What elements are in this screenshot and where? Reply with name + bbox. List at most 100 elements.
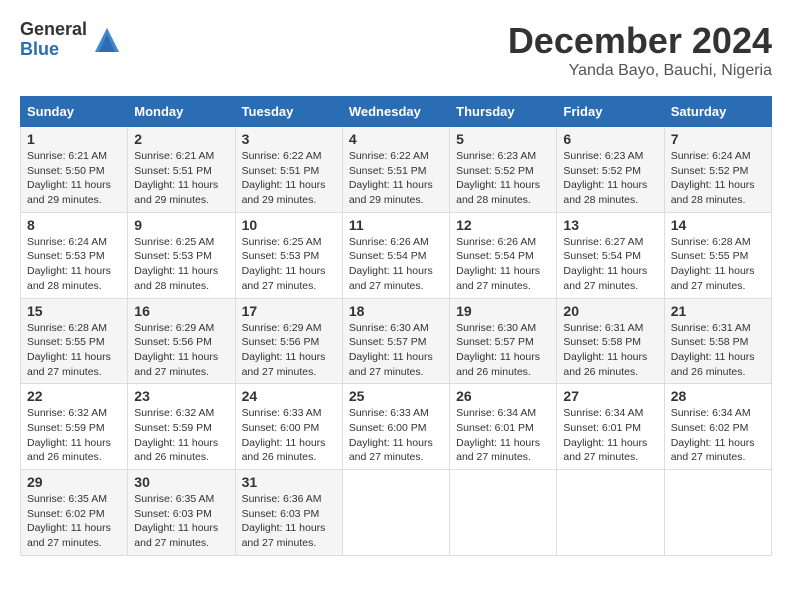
day-number: 15 [27, 303, 121, 319]
day-cell: 9 Sunrise: 6:25 AMSunset: 5:53 PMDaylight… [128, 212, 235, 298]
day-number: 2 [134, 131, 228, 147]
day-number: 26 [456, 388, 550, 404]
day-cell: 5 Sunrise: 6:23 AMSunset: 5:52 PMDaylight… [450, 127, 557, 213]
day-cell: 13Sunrise: 6:27 AMSunset: 5:54 PMDayligh… [557, 212, 664, 298]
week-row-4: 22 Sunrise: 6:32 AMSunset: 5:59 PMDayligh… [21, 384, 772, 470]
day-number: 17 [242, 303, 336, 319]
day-number: 1 [27, 131, 121, 147]
day-info: Sunrise: 6:24 AMSunset: 5:53 PMDaylight:… [27, 236, 111, 292]
calendar-body: 1 Sunrise: 6:21 AMSunset: 5:50 PMDaylight… [21, 127, 772, 556]
day-cell: 29 Sunrise: 6:35 AMSunset: 6:02 PMDayligh… [21, 470, 128, 556]
day-number: 21 [671, 303, 765, 319]
day-cell: 1 Sunrise: 6:21 AMSunset: 5:50 PMDaylight… [21, 127, 128, 213]
day-cell: 4 Sunrise: 6:22 AMSunset: 5:51 PMDaylight… [342, 127, 449, 213]
day-number: 5 [456, 131, 550, 147]
day-number: 4 [349, 131, 443, 147]
header-thursday: Thursday [450, 97, 557, 127]
day-cell: 11Sunrise: 6:26 AMSunset: 5:54 PMDayligh… [342, 212, 449, 298]
day-number: 31 [242, 474, 336, 490]
day-number: 8 [27, 217, 121, 233]
location: Yanda Bayo, Bauchi, Nigeria [508, 62, 772, 80]
day-number: 12 [456, 217, 550, 233]
day-info: Sunrise: 6:30 AMSunset: 5:57 PMDaylight:… [456, 322, 540, 378]
day-cell: 8 Sunrise: 6:24 AMSunset: 5:53 PMDaylight… [21, 212, 128, 298]
day-number: 29 [27, 474, 121, 490]
day-cell: 10Sunrise: 6:25 AMSunset: 5:53 PMDayligh… [235, 212, 342, 298]
day-cell: 24 Sunrise: 6:33 AMSunset: 6:00 PMDayligh… [235, 384, 342, 470]
day-cell: 26 Sunrise: 6:34 AMSunset: 6:01 PMDayligh… [450, 384, 557, 470]
day-number: 25 [349, 388, 443, 404]
day-number: 14 [671, 217, 765, 233]
day-number: 28 [671, 388, 765, 404]
day-info: Sunrise: 6:35 AMSunset: 6:02 PMDaylight:… [27, 493, 111, 549]
day-cell: 27 Sunrise: 6:34 AMSunset: 6:01 PMDayligh… [557, 384, 664, 470]
title-block: December 2024 Yanda Bayo, Bauchi, Nigeri… [508, 20, 772, 80]
day-info: Sunrise: 6:34 AMSunset: 6:01 PMDaylight:… [456, 407, 540, 463]
week-row-3: 15 Sunrise: 6:28 AMSunset: 5:55 PMDayligh… [21, 298, 772, 384]
day-info: Sunrise: 6:32 AMSunset: 5:59 PMDaylight:… [134, 407, 218, 463]
day-info: Sunrise: 6:36 AMSunset: 6:03 PMDaylight:… [242, 493, 326, 549]
day-info: Sunrise: 6:32 AMSunset: 5:59 PMDaylight:… [27, 407, 111, 463]
day-cell [664, 470, 771, 556]
day-info: Sunrise: 6:21 AMSunset: 5:51 PMDaylight:… [134, 150, 218, 206]
day-number: 16 [134, 303, 228, 319]
day-info: Sunrise: 6:26 AMSunset: 5:54 PMDaylight:… [456, 236, 540, 292]
header-friday: Friday [557, 97, 664, 127]
day-cell: 25 Sunrise: 6:33 AMSunset: 6:00 PMDayligh… [342, 384, 449, 470]
day-info: Sunrise: 6:22 AMSunset: 5:51 PMDaylight:… [349, 150, 433, 206]
day-info: Sunrise: 6:34 AMSunset: 6:01 PMDaylight:… [563, 407, 647, 463]
day-number: 19 [456, 303, 550, 319]
day-cell: 15 Sunrise: 6:28 AMSunset: 5:55 PMDayligh… [21, 298, 128, 384]
day-number: 7 [671, 131, 765, 147]
day-cell: 21Sunrise: 6:31 AMSunset: 5:58 PMDayligh… [664, 298, 771, 384]
month-title: December 2024 [508, 20, 772, 62]
day-info: Sunrise: 6:33 AMSunset: 6:00 PMDaylight:… [349, 407, 433, 463]
day-cell: 28Sunrise: 6:34 AMSunset: 6:02 PMDayligh… [664, 384, 771, 470]
day-number: 27 [563, 388, 657, 404]
logo-general: General [20, 20, 87, 40]
day-number: 11 [349, 217, 443, 233]
day-number: 23 [134, 388, 228, 404]
day-info: Sunrise: 6:25 AMSunset: 5:53 PMDaylight:… [134, 236, 218, 292]
day-info: Sunrise: 6:23 AMSunset: 5:52 PMDaylight:… [456, 150, 540, 206]
week-row-1: 1 Sunrise: 6:21 AMSunset: 5:50 PMDaylight… [21, 127, 772, 213]
day-info: Sunrise: 6:30 AMSunset: 5:57 PMDaylight:… [349, 322, 433, 378]
day-number: 3 [242, 131, 336, 147]
day-info: Sunrise: 6:27 AMSunset: 5:54 PMDaylight:… [563, 236, 647, 292]
day-info: Sunrise: 6:31 AMSunset: 5:58 PMDaylight:… [563, 322, 647, 378]
day-cell: 3 Sunrise: 6:22 AMSunset: 5:51 PMDaylight… [235, 127, 342, 213]
day-number: 18 [349, 303, 443, 319]
header-sunday: Sunday [21, 97, 128, 127]
logo-blue: Blue [20, 40, 87, 60]
day-cell [342, 470, 449, 556]
day-number: 22 [27, 388, 121, 404]
header-tuesday: Tuesday [235, 97, 342, 127]
day-number: 20 [563, 303, 657, 319]
day-info: Sunrise: 6:21 AMSunset: 5:50 PMDaylight:… [27, 150, 111, 206]
calendar-header: SundayMondayTuesdayWednesdayThursdayFrid… [21, 97, 772, 127]
week-row-5: 29 Sunrise: 6:35 AMSunset: 6:02 PMDayligh… [21, 470, 772, 556]
day-cell: 18 Sunrise: 6:30 AMSunset: 5:57 PMDayligh… [342, 298, 449, 384]
header-wednesday: Wednesday [342, 97, 449, 127]
day-info: Sunrise: 6:28 AMSunset: 5:55 PMDaylight:… [27, 322, 111, 378]
day-cell [450, 470, 557, 556]
header-row: SundayMondayTuesdayWednesdayThursdayFrid… [21, 97, 772, 127]
day-cell: 14Sunrise: 6:28 AMSunset: 5:55 PMDayligh… [664, 212, 771, 298]
day-cell: 16Sunrise: 6:29 AMSunset: 5:56 PMDayligh… [128, 298, 235, 384]
header-saturday: Saturday [664, 97, 771, 127]
day-cell: 19 Sunrise: 6:30 AMSunset: 5:57 PMDayligh… [450, 298, 557, 384]
day-cell: 2 Sunrise: 6:21 AMSunset: 5:51 PMDaylight… [128, 127, 235, 213]
day-info: Sunrise: 6:33 AMSunset: 6:00 PMDaylight:… [242, 407, 326, 463]
day-info: Sunrise: 6:22 AMSunset: 5:51 PMDaylight:… [242, 150, 326, 206]
week-row-2: 8 Sunrise: 6:24 AMSunset: 5:53 PMDaylight… [21, 212, 772, 298]
day-cell: 30Sunrise: 6:35 AMSunset: 6:03 PMDayligh… [128, 470, 235, 556]
day-cell: 12 Sunrise: 6:26 AMSunset: 5:54 PMDayligh… [450, 212, 557, 298]
day-info: Sunrise: 6:24 AMSunset: 5:52 PMDaylight:… [671, 150, 755, 206]
day-cell: 23 Sunrise: 6:32 AMSunset: 5:59 PMDayligh… [128, 384, 235, 470]
day-number: 24 [242, 388, 336, 404]
day-number: 9 [134, 217, 228, 233]
day-cell: 17Sunrise: 6:29 AMSunset: 5:56 PMDayligh… [235, 298, 342, 384]
day-cell: 22 Sunrise: 6:32 AMSunset: 5:59 PMDayligh… [21, 384, 128, 470]
day-cell: 31 Sunrise: 6:36 AMSunset: 6:03 PMDayligh… [235, 470, 342, 556]
day-cell: 7 Sunrise: 6:24 AMSunset: 5:52 PMDaylight… [664, 127, 771, 213]
